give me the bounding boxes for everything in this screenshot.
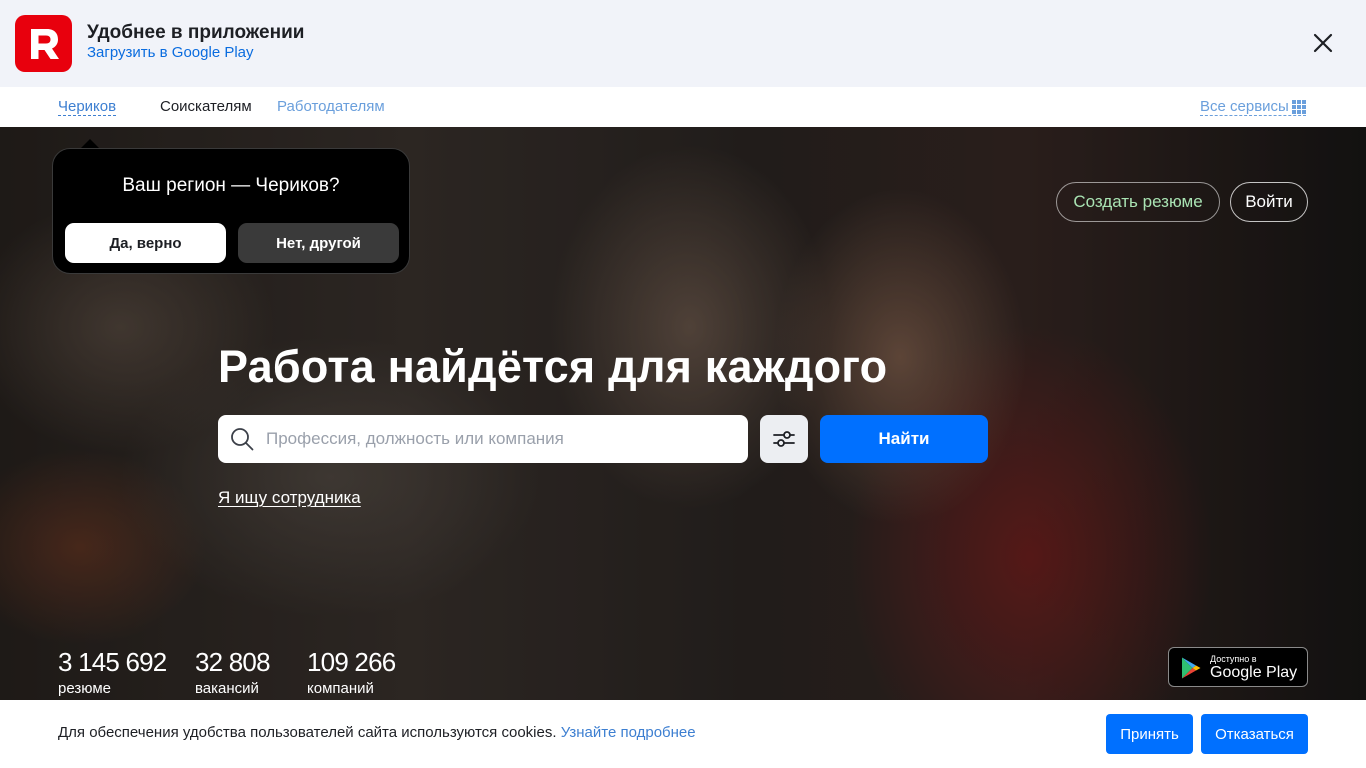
stat-value: 32 808: [195, 647, 271, 677]
stat-resumes: 3 145 692 резюме: [58, 647, 167, 699]
grid-icon: [1291, 99, 1306, 114]
hero-title: Работа найдётся для каждого: [218, 341, 888, 392]
app-logo[interactable]: [15, 15, 72, 72]
close-icon[interactable]: [1310, 30, 1336, 56]
cookie-decline-button[interactable]: Отказаться: [1201, 714, 1308, 754]
app-banner: Удобнее в приложении Загрузить в Google …: [0, 0, 1366, 87]
create-resume-button[interactable]: Создать резюме: [1056, 182, 1220, 222]
nav-seekers[interactable]: Соискателям: [160, 98, 252, 115]
cookie-message: Для обеспечения удобства пользователей с…: [58, 724, 696, 741]
all-services-label: Все сервисы: [1200, 98, 1289, 115]
region-confirm-popup: Ваш регион — Чериков? Да, верно Нет, дру…: [52, 148, 410, 274]
top-nav: Чериков Соискателям Работодателям Все се…: [0, 87, 1366, 127]
google-play-icon: [1182, 657, 1201, 679]
stat-companies: 109 266 компаний: [307, 647, 396, 699]
stat-value: 109 266: [307, 647, 396, 677]
gplay-big-text: Google Play: [1210, 664, 1298, 681]
rabota-logo-icon: [30, 28, 59, 59]
stat-value: 3 145 692: [58, 647, 167, 677]
stat-label: резюме: [58, 680, 111, 697]
region-question: Ваш регион — Чериков?: [122, 175, 340, 196]
stat-vacancies: 32 808 вакансий: [195, 647, 271, 699]
search-input[interactable]: [266, 415, 736, 463]
gplay-small-text: Доступно в: [1210, 654, 1257, 664]
employer-link[interactable]: Я ищу сотрудника: [218, 488, 361, 508]
cookie-more-link[interactable]: Узнайте подробнее: [561, 724, 696, 741]
region-selector[interactable]: Чериков: [58, 98, 117, 116]
google-play-badge[interactable]: Доступно в Google Play: [1168, 647, 1308, 687]
region-no-button[interactable]: Нет, другой: [238, 223, 399, 263]
find-button[interactable]: Найти: [820, 415, 988, 463]
cookie-text: Для обеспечения удобства пользователей с…: [58, 724, 557, 741]
cookie-bar: Для обеспечения удобства пользователей с…: [0, 700, 1366, 768]
hero-section: Ваш регион — Чериков? Да, верно Нет, дру…: [0, 127, 1366, 700]
nav-employers[interactable]: Работодателям: [277, 98, 385, 115]
region-yes-button[interactable]: Да, верно: [65, 223, 226, 263]
all-services-menu[interactable]: Все сервисы: [1200, 98, 1306, 116]
cookie-accept-button[interactable]: Принять: [1106, 714, 1193, 754]
search-icon: [231, 428, 254, 451]
app-banner-title: Удобнее в приложении: [87, 22, 305, 43]
stat-label: вакансий: [195, 680, 259, 697]
stat-label: компаний: [307, 680, 374, 697]
login-button[interactable]: Войти: [1230, 182, 1308, 222]
filter-sliders-icon: [773, 431, 795, 447]
search-filter-button[interactable]: [760, 415, 808, 463]
google-play-download-link[interactable]: Загрузить в Google Play: [87, 44, 254, 61]
search-box: [218, 415, 748, 463]
